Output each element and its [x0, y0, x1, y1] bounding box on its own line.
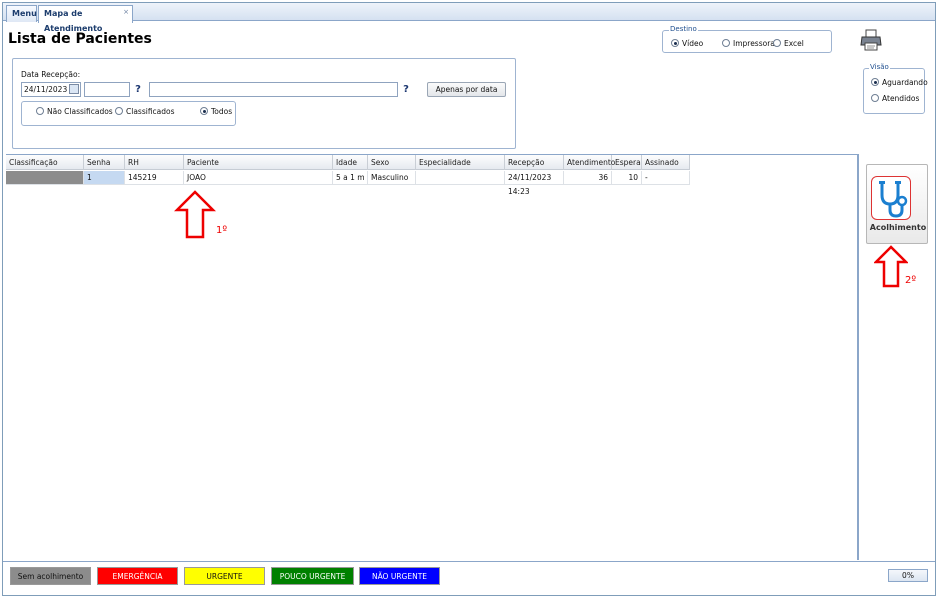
cell-espera: 10	[612, 171, 642, 185]
radio-todos[interactable]: Todos	[200, 107, 232, 117]
apenas-por-data-button[interactable]: Apenas por data	[427, 82, 506, 97]
cell-paciente: JOAO	[184, 171, 333, 185]
col-espera[interactable]: Espera	[612, 155, 642, 170]
printer-icon[interactable]	[859, 28, 883, 52]
date-value: 24/11/2023	[24, 85, 68, 94]
radio-video-label: Vídeo	[682, 39, 704, 48]
col-idade[interactable]: Idade	[333, 155, 368, 170]
stethoscope-icon	[871, 176, 911, 220]
col-paciente[interactable]: Paciente	[184, 155, 333, 170]
acolhimento-label: Acolhimento	[869, 223, 927, 232]
annotation-arrow-1	[174, 190, 216, 239]
legend-pouco-urgente: POUCO URGENTE	[271, 567, 354, 585]
radio-aguardando-label: Aguardando	[882, 78, 928, 87]
col-recepcao[interactable]: Recepção	[505, 155, 564, 170]
tab-mapa-label: Mapa de Atendimento	[44, 9, 103, 33]
calendar-icon[interactable]	[69, 84, 79, 94]
radio-impressora-label: Impressora	[733, 39, 775, 48]
acolhimento-button[interactable]: Acolhimento	[866, 164, 928, 244]
cell-classificacao	[6, 171, 84, 185]
radio-excel[interactable]: Excel	[773, 39, 804, 49]
radio-video-icon	[671, 39, 679, 47]
cell-rh: 145219	[125, 171, 184, 185]
code-input[interactable]	[84, 82, 130, 97]
radio-impressora-icon	[722, 39, 730, 47]
tab-menu[interactable]: Menu	[6, 5, 37, 22]
radio-todos-label: Todos	[211, 107, 233, 116]
legend-sem-acolhimento: Sem acolhimento	[10, 567, 91, 585]
radio-todos-icon	[200, 107, 208, 115]
cell-atendimento: 36	[564, 171, 612, 185]
col-rh[interactable]: RH	[125, 155, 184, 170]
visao-group: Visão Aguardando Atendidos	[863, 63, 928, 114]
col-classificacao[interactable]: Classificação	[6, 155, 84, 170]
col-senha[interactable]: Senha	[84, 155, 125, 170]
destino-group: Destino Vídeo Impressora Excel	[662, 25, 832, 53]
cell-senha: 1	[84, 171, 125, 185]
help-icon-1[interactable]: ?	[132, 83, 144, 97]
radio-atendidos[interactable]: Atendidos	[871, 94, 919, 104]
radio-classificados-icon	[115, 107, 123, 115]
radio-impressora[interactable]: Impressora	[722, 39, 775, 49]
radio-video[interactable]: Vídeo	[671, 39, 703, 49]
radio-atendidos-icon	[871, 94, 879, 102]
radio-classificados[interactable]: Classificados	[115, 107, 175, 117]
tab-bar: Menu Mapa de Atendimento ×	[3, 3, 935, 33]
col-sexo[interactable]: Sexo	[368, 155, 416, 170]
date-label: Data Recepção:	[21, 70, 81, 79]
radio-excel-icon	[773, 39, 781, 47]
radio-nao-classificados-label: Não Classificados	[47, 107, 113, 116]
table-header: Classificação Senha RH Paciente Idade Se…	[6, 155, 690, 170]
cell-especialidade	[416, 171, 505, 185]
name-input[interactable]	[149, 82, 398, 97]
col-assinado[interactable]: Assinado	[642, 155, 690, 170]
radio-classificados-label: Classificados	[126, 107, 175, 116]
cell-sexo: Masculino	[368, 171, 416, 185]
radio-aguardando[interactable]: Aguardando	[871, 78, 928, 88]
tab-menu-label: Menu	[12, 9, 37, 18]
filter-panel: Data Recepção: 24/11/2023 ? ? Apenas por…	[12, 58, 516, 149]
col-especialidade[interactable]: Especialidade	[416, 155, 505, 170]
help-icon-2[interactable]: ?	[400, 83, 412, 97]
page-title: Lista de Pacientes	[8, 31, 152, 47]
legend-emergencia: EMERGÊNCIA	[97, 567, 178, 585]
patient-table[interactable]: Classificação Senha RH Paciente Idade Se…	[6, 154, 858, 560]
annotation-label-2: 2º	[905, 275, 917, 286]
radio-aguardando-icon	[871, 78, 879, 86]
radio-atendidos-label: Atendidos	[882, 94, 920, 103]
progress-indicator: 0%	[888, 569, 928, 582]
col-atendimento[interactable]: Atendimento	[564, 155, 615, 170]
tab-mapa-atendimento[interactable]: Mapa de Atendimento ×	[38, 5, 133, 33]
annotation-label-1: 1º	[216, 225, 228, 236]
tab-close-icon[interactable]: ×	[123, 5, 129, 20]
cell-assinado: -	[642, 171, 690, 185]
radio-nao-classificados-icon	[36, 107, 44, 115]
legend-urgente: URGENTE	[184, 567, 265, 585]
cell-idade: 5 a 1 m	[333, 171, 368, 185]
legend-nao-urgente: NÃO URGENTE	[359, 567, 440, 585]
radio-excel-label: Excel	[784, 39, 804, 48]
annotation-arrow-2	[874, 245, 908, 288]
date-input[interactable]: 24/11/2023	[21, 82, 81, 97]
destino-legend: Destino	[669, 25, 698, 33]
visao-legend: Visão	[869, 63, 890, 71]
classification-group: Não Classificados Classificados Todos	[21, 101, 236, 126]
radio-nao-classificados[interactable]: Não Classificados	[36, 107, 113, 117]
cell-recepcao: 24/11/2023 14:23	[505, 171, 564, 196]
